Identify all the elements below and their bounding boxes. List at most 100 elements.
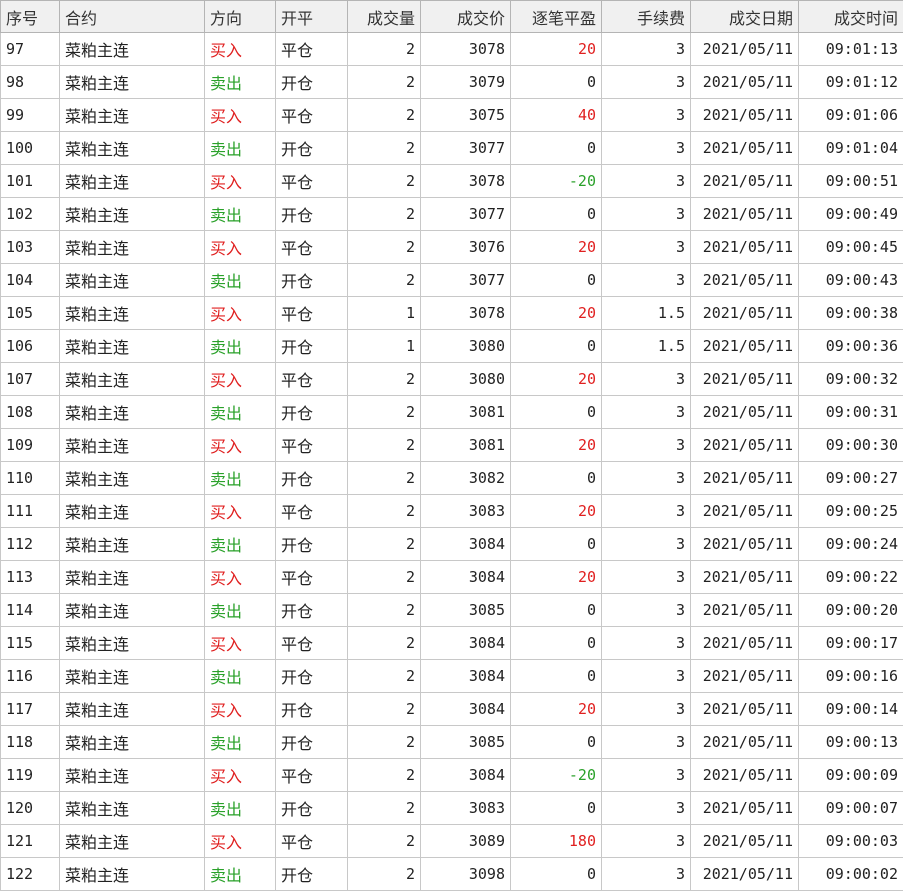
- table-row[interactable]: 105 菜粕主连 买入 平仓 1 3078 20 1.5 2021/05/11 09:00:38: [0, 296, 903, 330]
- price-cell: 3085: [420, 593, 511, 627]
- seq-cell: 100: [0, 131, 60, 165]
- direction-cell: 卖出: [204, 329, 276, 363]
- column-header-open-close[interactable]: 开平: [275, 0, 348, 33]
- time-cell: 09:00:16: [798, 659, 903, 693]
- open-close-cell: 开仓: [275, 395, 348, 429]
- table-row[interactable]: 111 菜粕主连 买入 平仓 2 3083 20 3 2021/05/11 09:00:25: [0, 494, 903, 528]
- direction-cell: 买入: [204, 560, 276, 594]
- column-header-seq[interactable]: 序号: [0, 0, 60, 33]
- table-row[interactable]: 121 菜粕主连 买入 平仓 2 3089 180 3 2021/05/11 09:00:03: [0, 824, 903, 858]
- direction-cell: 买入: [204, 626, 276, 660]
- date-cell: 2021/05/11: [690, 626, 799, 660]
- fee-cell: 3: [601, 461, 691, 495]
- table-row[interactable]: 117 菜粕主连 买入 开仓 2 3084 20 3 2021/05/11 09:00:14: [0, 692, 903, 726]
- table-row[interactable]: 97 菜粕主连 买入 平仓 2 3078 20 3 2021/05/11 09:01:13: [0, 32, 903, 66]
- direction-cell: 买入: [204, 758, 276, 792]
- table-row[interactable]: 120 菜粕主连 卖出 开仓 2 3083 0 3 2021/05/11 09:00:07: [0, 791, 903, 825]
- seq-cell: 106: [0, 329, 60, 363]
- column-header-date[interactable]: 成交日期: [690, 0, 799, 33]
- open-close-cell: 开仓: [275, 527, 348, 561]
- date-cell: 2021/05/11: [690, 131, 799, 165]
- date-cell: 2021/05/11: [690, 791, 799, 825]
- direction-cell: 卖出: [204, 197, 276, 231]
- volume-cell: 2: [347, 32, 421, 66]
- trade-records-table: 序号 合约 方向 开平 成交量 成交价 逐笔平盈 手续费 成交日期 成交时间 9…: [0, 0, 903, 891]
- time-cell: 09:00:32: [798, 362, 903, 396]
- direction-cell: 卖出: [204, 65, 276, 99]
- volume-cell: 2: [347, 164, 421, 198]
- volume-cell: 2: [347, 692, 421, 726]
- fee-cell: 3: [601, 593, 691, 627]
- time-cell: 09:00:14: [798, 692, 903, 726]
- time-cell: 09:00:49: [798, 197, 903, 231]
- price-cell: 3075: [420, 98, 511, 132]
- column-header-contract[interactable]: 合约: [59, 0, 205, 33]
- table-row[interactable]: 112 菜粕主连 卖出 开仓 2 3084 0 3 2021/05/11 09:00:24: [0, 527, 903, 561]
- column-header-volume[interactable]: 成交量: [347, 0, 421, 33]
- date-cell: 2021/05/11: [690, 32, 799, 66]
- price-cell: 3084: [420, 560, 511, 594]
- pnl-cell: 20: [510, 428, 602, 462]
- table-row[interactable]: 106 菜粕主连 卖出 开仓 1 3080 0 1.5 2021/05/11 09:00:36: [0, 329, 903, 363]
- table-row[interactable]: 98 菜粕主连 卖出 开仓 2 3079 0 3 2021/05/11 09:01:12: [0, 65, 903, 99]
- column-header-direction[interactable]: 方向: [204, 0, 276, 33]
- contract-cell: 菜粕主连: [59, 98, 205, 132]
- fee-cell: 3: [601, 824, 691, 858]
- seq-cell: 110: [0, 461, 60, 495]
- contract-cell: 菜粕主连: [59, 263, 205, 297]
- table-row[interactable]: 115 菜粕主连 买入 平仓 2 3084 0 3 2021/05/11 09:00:17: [0, 626, 903, 660]
- table-row[interactable]: 119 菜粕主连 买入 平仓 2 3084 -20 3 2021/05/11 09:00:09: [0, 758, 903, 792]
- fee-cell: 3: [601, 131, 691, 165]
- table-row[interactable]: 101 菜粕主连 买入 平仓 2 3078 -20 3 2021/05/11 09:00:51: [0, 164, 903, 198]
- open-close-cell: 平仓: [275, 824, 348, 858]
- direction-cell: 卖出: [204, 527, 276, 561]
- fee-cell: 3: [601, 626, 691, 660]
- column-header-price[interactable]: 成交价: [420, 0, 511, 33]
- table-row[interactable]: 104 菜粕主连 卖出 开仓 2 3077 0 3 2021/05/11 09:00:43: [0, 263, 903, 297]
- open-close-cell: 平仓: [275, 428, 348, 462]
- pnl-cell: 20: [510, 560, 602, 594]
- price-cell: 3082: [420, 461, 511, 495]
- open-close-cell: 平仓: [275, 626, 348, 660]
- pnl-cell: 20: [510, 692, 602, 726]
- price-cell: 3076: [420, 230, 511, 264]
- direction-cell: 买入: [204, 362, 276, 396]
- table-row[interactable]: 122 菜粕主连 卖出 开仓 2 3098 0 3 2021/05/11 09:00:02: [0, 857, 903, 891]
- volume-cell: 2: [347, 65, 421, 99]
- open-close-cell: 开仓: [275, 725, 348, 759]
- time-cell: 09:00:24: [798, 527, 903, 561]
- direction-cell: 卖出: [204, 593, 276, 627]
- time-cell: 09:00:43: [798, 263, 903, 297]
- pnl-cell: 0: [510, 395, 602, 429]
- table-row[interactable]: 107 菜粕主连 买入 平仓 2 3080 20 3 2021/05/11 09:00:32: [0, 362, 903, 396]
- open-close-cell: 开仓: [275, 692, 348, 726]
- table-row[interactable]: 118 菜粕主连 卖出 开仓 2 3085 0 3 2021/05/11 09:00:13: [0, 725, 903, 759]
- table-row[interactable]: 103 菜粕主连 买入 平仓 2 3076 20 3 2021/05/11 09:00:45: [0, 230, 903, 264]
- direction-cell: 买入: [204, 494, 276, 528]
- seq-cell: 117: [0, 692, 60, 726]
- table-row[interactable]: 108 菜粕主连 卖出 开仓 2 3081 0 3 2021/05/11 09:00:31: [0, 395, 903, 429]
- direction-cell: 买入: [204, 32, 276, 66]
- table-row[interactable]: 113 菜粕主连 买入 平仓 2 3084 20 3 2021/05/11 09:00:22: [0, 560, 903, 594]
- table-row[interactable]: 114 菜粕主连 卖出 开仓 2 3085 0 3 2021/05/11 09:00:20: [0, 593, 903, 627]
- price-cell: 3085: [420, 725, 511, 759]
- column-header-fee[interactable]: 手续费: [601, 0, 691, 33]
- table-row[interactable]: 110 菜粕主连 卖出 开仓 2 3082 0 3 2021/05/11 09:00:27: [0, 461, 903, 495]
- column-header-pnl[interactable]: 逐笔平盈: [510, 0, 602, 33]
- table-row[interactable]: 99 菜粕主连 买入 平仓 2 3075 40 3 2021/05/11 09:01:06: [0, 98, 903, 132]
- seq-cell: 121: [0, 824, 60, 858]
- column-header-time[interactable]: 成交时间: [798, 0, 903, 33]
- open-close-cell: 平仓: [275, 362, 348, 396]
- open-close-cell: 开仓: [275, 791, 348, 825]
- date-cell: 2021/05/11: [690, 527, 799, 561]
- price-cell: 3098: [420, 857, 511, 891]
- table-row[interactable]: 116 菜粕主连 卖出 开仓 2 3084 0 3 2021/05/11 09:00:16: [0, 659, 903, 693]
- contract-cell: 菜粕主连: [59, 428, 205, 462]
- table-row[interactable]: 109 菜粕主连 买入 平仓 2 3081 20 3 2021/05/11 09:00:30: [0, 428, 903, 462]
- fee-cell: 3: [601, 65, 691, 99]
- pnl-cell: -20: [510, 758, 602, 792]
- table-row[interactable]: 100 菜粕主连 卖出 开仓 2 3077 0 3 2021/05/11 09:01:04: [0, 131, 903, 165]
- price-cell: 3078: [420, 296, 511, 330]
- volume-cell: 2: [347, 791, 421, 825]
- table-row[interactable]: 102 菜粕主连 卖出 开仓 2 3077 0 3 2021/05/11 09:00:49: [0, 197, 903, 231]
